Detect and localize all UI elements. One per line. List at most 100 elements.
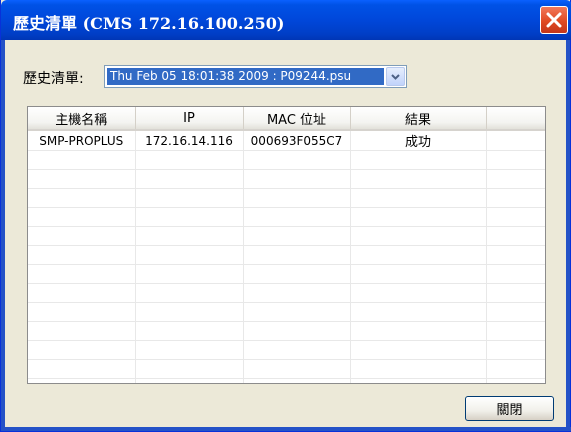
- empty-cell: [486, 264, 545, 284]
- column-header-blank: [486, 107, 545, 131]
- empty-cell: [135, 226, 244, 246]
- empty-cell: [243, 264, 351, 284]
- empty-cell: [243, 226, 351, 246]
- empty-cell: [135, 264, 244, 284]
- empty-cell: [28, 359, 136, 379]
- empty-table-row: [28, 226, 545, 246]
- empty-cell: [28, 340, 136, 360]
- dialog-window: 歷史清單 (CMS 172.16.100.250) 歷史清單: Thu Feb …: [0, 0, 571, 432]
- empty-cell: [243, 283, 351, 303]
- empty-cell: [486, 169, 545, 189]
- empty-cell: [28, 264, 136, 284]
- empty-cell: [135, 169, 244, 189]
- empty-cell: [243, 150, 351, 170]
- empty-cell: [28, 150, 136, 170]
- close-icon: [546, 12, 562, 28]
- empty-cell: [350, 207, 487, 227]
- empty-cell: [486, 245, 545, 265]
- empty-cell: [486, 378, 545, 383]
- window-bottom-border: [1, 427, 571, 431]
- window-title: 歷史清單 (CMS 172.16.100.250): [13, 14, 285, 33]
- empty-cell: [135, 150, 244, 170]
- column-header-hostname[interactable]: 主機名稱: [28, 107, 136, 131]
- empty-cell: [486, 340, 545, 360]
- empty-cell: [486, 359, 545, 379]
- empty-cell: [243, 302, 351, 322]
- empty-cell: [350, 283, 487, 303]
- title-bar[interactable]: 歷史清單 (CMS 172.16.100.250): [1, 0, 571, 40]
- empty-table-row: [28, 245, 545, 265]
- empty-cell: [28, 226, 136, 246]
- empty-cell: [135, 359, 244, 379]
- empty-table-row: [28, 321, 545, 341]
- empty-cell: [135, 378, 244, 383]
- empty-cell: [243, 207, 351, 227]
- table-header-row: 主機名稱 IP MAC 位址 結果: [28, 107, 545, 131]
- empty-cell: [350, 245, 487, 265]
- results-table[interactable]: 主機名稱 IP MAC 位址 結果 SMP-PROPLUS 172.16.14.…: [27, 106, 546, 384]
- empty-cell: [28, 283, 136, 303]
- empty-cell: [28, 321, 136, 341]
- empty-cell: [486, 150, 545, 170]
- empty-table-row: [28, 302, 545, 322]
- empty-cell: [350, 378, 487, 383]
- cell-hostname: SMP-PROPLUS: [28, 130, 136, 151]
- empty-cell: [350, 321, 487, 341]
- empty-cell: [135, 321, 244, 341]
- cell-mac: 000693F055C7: [243, 130, 351, 151]
- empty-table-row: [28, 378, 545, 383]
- empty-table-row: [28, 150, 545, 170]
- empty-cell: [135, 245, 244, 265]
- column-header-result[interactable]: 結果: [350, 107, 487, 131]
- empty-cell: [350, 302, 487, 322]
- empty-cell: [350, 359, 487, 379]
- empty-cell: [243, 245, 351, 265]
- column-header-mac[interactable]: MAC 位址: [243, 107, 351, 131]
- empty-cell: [486, 321, 545, 341]
- empty-cell: [350, 188, 487, 208]
- empty-cell: [243, 169, 351, 189]
- empty-cell: [486, 226, 545, 246]
- dropdown-button[interactable]: [386, 67, 405, 86]
- empty-table-row: [28, 359, 545, 379]
- empty-table-row: [28, 283, 545, 303]
- empty-table-row: [28, 188, 545, 208]
- empty-cell: [243, 340, 351, 360]
- empty-cell: [28, 169, 136, 189]
- empty-cell: [350, 264, 487, 284]
- empty-cell: [243, 378, 351, 383]
- empty-cell: [350, 169, 487, 189]
- column-header-ip[interactable]: IP: [135, 107, 244, 131]
- history-selected-value: Thu Feb 05 18:01:38 2009 : P09244.psu: [107, 68, 384, 85]
- empty-cell: [486, 188, 545, 208]
- empty-cell: [243, 321, 351, 341]
- empty-cell: [486, 207, 545, 227]
- window-close-button[interactable]: [540, 6, 568, 34]
- empty-cell: [486, 302, 545, 322]
- empty-cell: [350, 340, 487, 360]
- empty-cell: [135, 188, 244, 208]
- empty-table-row: [28, 264, 545, 284]
- chevron-down-icon: [391, 73, 400, 80]
- empty-table-row: [28, 207, 545, 227]
- cell-blank: [486, 130, 545, 151]
- empty-cell: [135, 207, 244, 227]
- empty-table-row: [28, 169, 545, 189]
- cell-ip: 172.16.14.116: [135, 130, 244, 151]
- empty-cell: [350, 226, 487, 246]
- empty-cell: [28, 302, 136, 322]
- empty-cell: [28, 207, 136, 227]
- cell-result: 成功: [350, 130, 487, 151]
- empty-cell: [135, 340, 244, 360]
- history-list-label: 歷史清單:: [23, 71, 84, 87]
- table-row[interactable]: SMP-PROPLUS 172.16.14.116 000693F055C7 成…: [28, 130, 545, 151]
- close-button[interactable]: 關閉: [465, 396, 554, 421]
- empty-cell: [243, 188, 351, 208]
- empty-cell: [135, 283, 244, 303]
- empty-table-row: [28, 340, 545, 360]
- empty-cell: [486, 283, 545, 303]
- empty-cell: [243, 359, 351, 379]
- empty-cell: [28, 245, 136, 265]
- history-dropdown[interactable]: Thu Feb 05 18:01:38 2009 : P09244.psu: [104, 65, 407, 88]
- empty-cell: [28, 378, 136, 383]
